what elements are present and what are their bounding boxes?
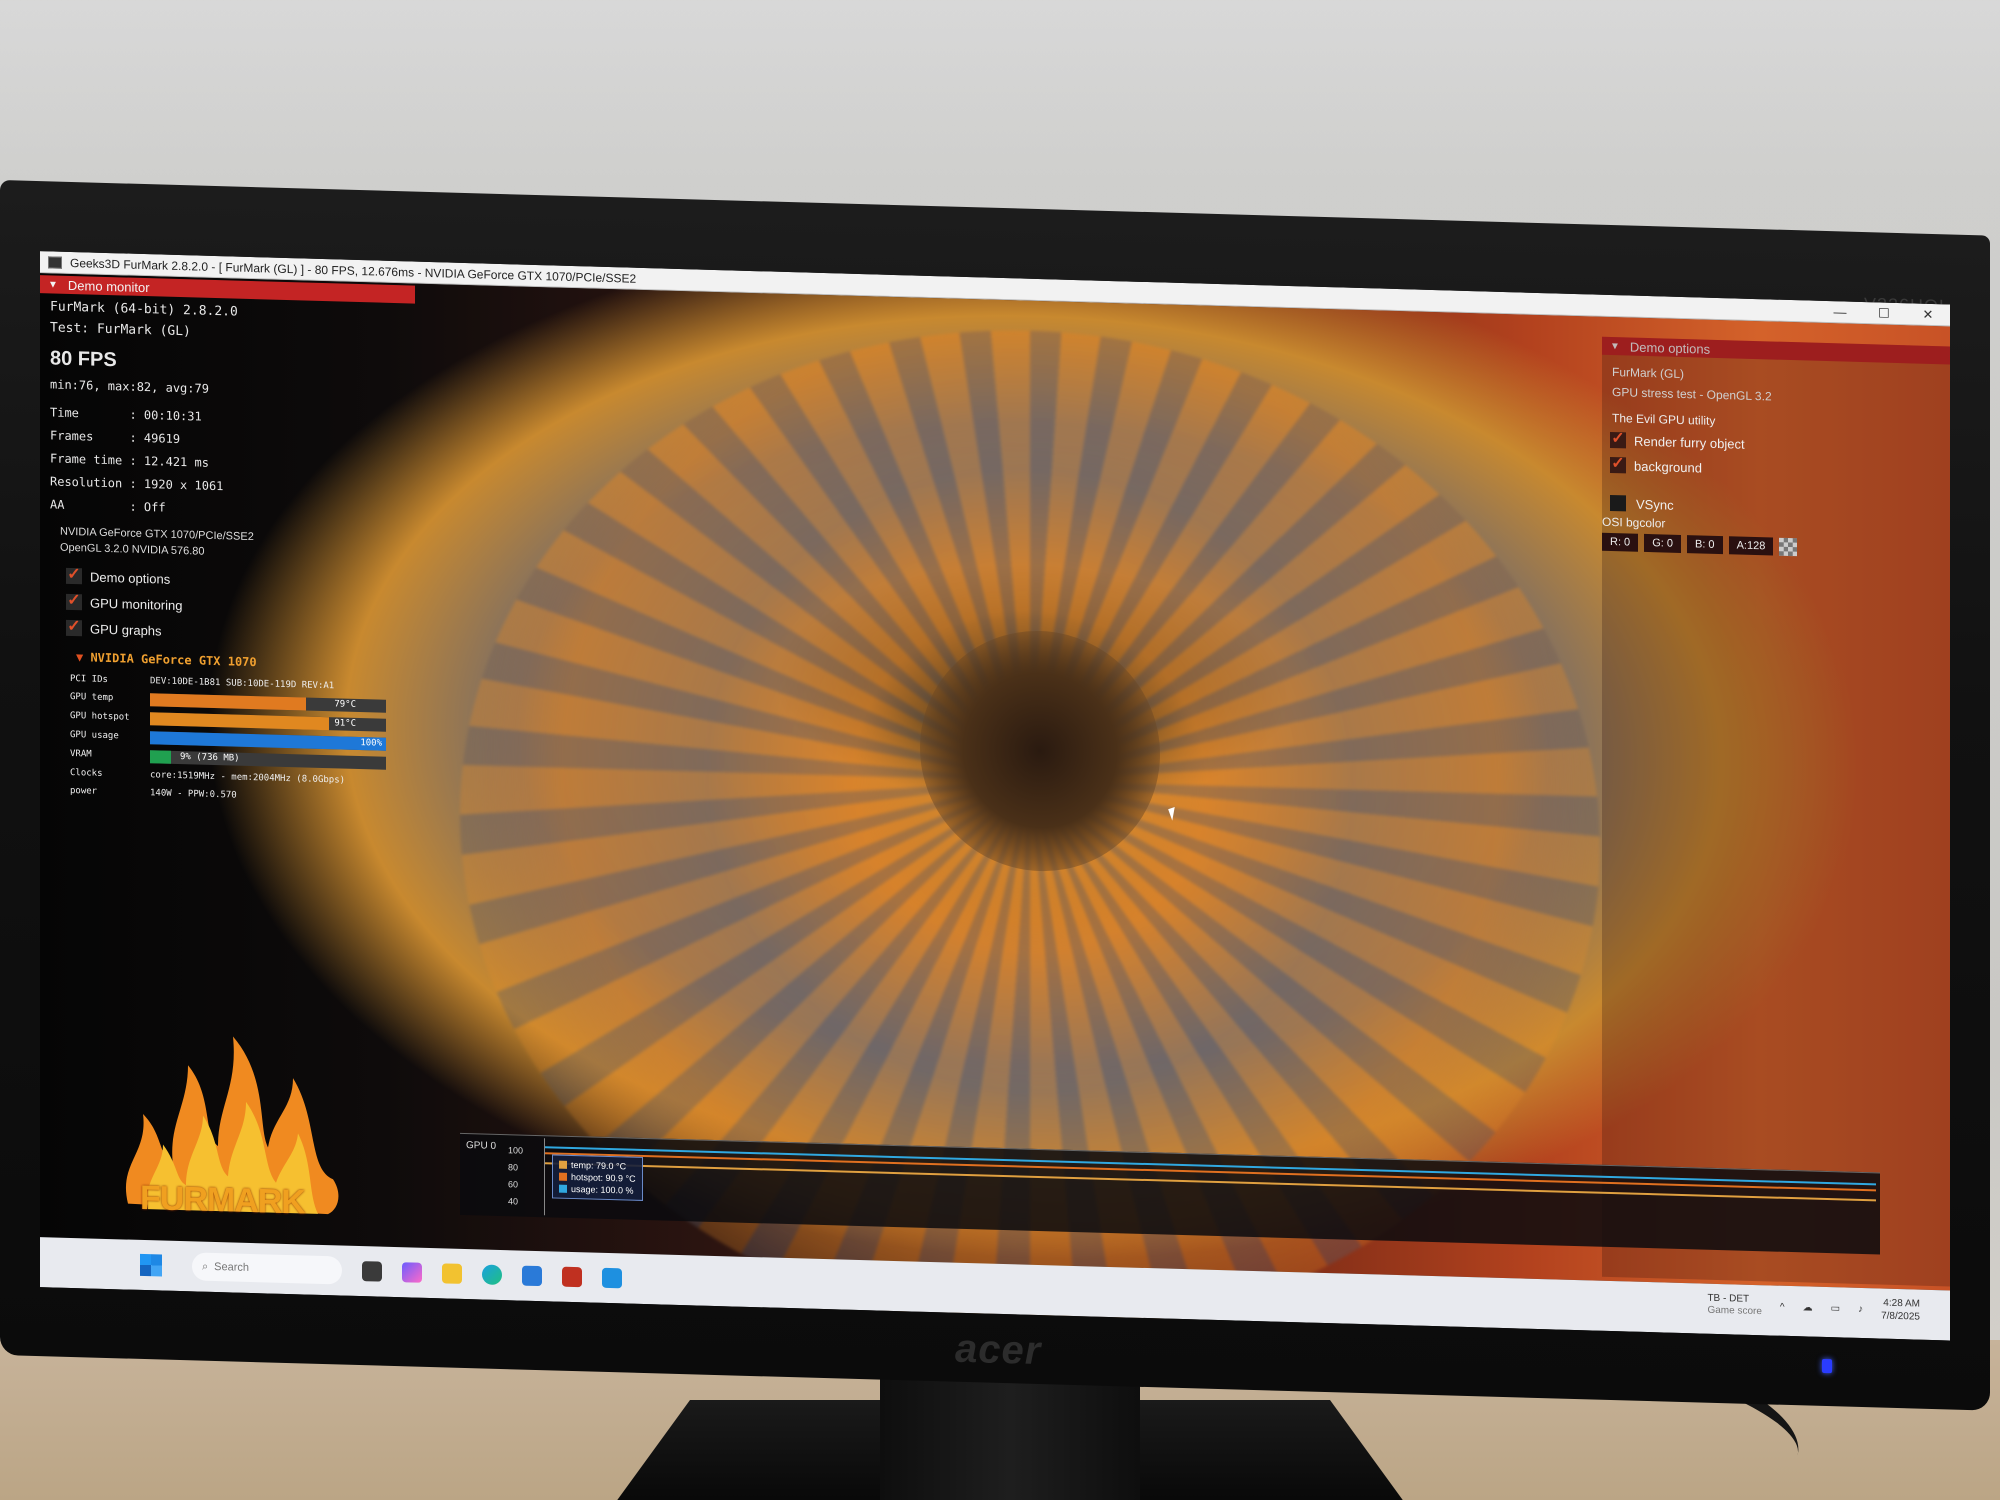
checkbox-label: GPU monitoring: [90, 595, 183, 613]
demo-options-panel: FurMark (GL) GPU stress test - OpenGL 3.…: [1602, 336, 1950, 1287]
power-led-icon: [1822, 1358, 1832, 1374]
collapse-triangle-icon: ▼: [48, 278, 58, 291]
collapse-triangle-icon: ▼: [76, 650, 91, 665]
demo-name: FurMark (GL): [1612, 365, 1684, 382]
gpu-hotspot-value: 91°C: [334, 717, 356, 729]
windows-start-icon[interactable]: [140, 1253, 162, 1277]
demo-subtitle: GPU stress test - OpenGL 3.2: [1612, 385, 1772, 404]
furmark-taskbar-icon[interactable]: [562, 1266, 582, 1288]
background-checkbox[interactable]: ✓ background: [1610, 455, 1702, 476]
graph-ytick: 60: [508, 1179, 519, 1190]
demo-monitor-header-label: Demo monitor: [67, 277, 150, 295]
osi-bgcolor-inputs: R: 0 G: 0 B: 0 A:128: [1602, 532, 1798, 557]
background-label: background: [1634, 458, 1702, 476]
alpha-input[interactable]: A:128: [1728, 536, 1774, 556]
news-widget[interactable]: TB - DET Game score: [1707, 1293, 1761, 1319]
legend-swatch: [559, 1160, 567, 1169]
monitor: V226HQL acer Geeks3D FurMark 2.8.2.0 - […: [0, 180, 1990, 1411]
render-furry-object-checkbox[interactable]: ✓ Render furry object: [1610, 430, 1745, 452]
graph-legend: temp: 79.0 °C hotspot: 90.9 °C usage: 10…: [552, 1154, 643, 1201]
checkmark-icon: ✓: [1610, 455, 1626, 474]
cloud-icon[interactable]: ☁: [1803, 1302, 1813, 1313]
close-button[interactable]: ✕: [1906, 306, 1950, 323]
unchecked-box-icon: [1610, 494, 1626, 512]
file-explorer-icon[interactable]: [442, 1263, 462, 1284]
gpu-hotspot-label: GPU hotspot: [70, 710, 130, 723]
taskbar-search[interactable]: ⌕ Search: [192, 1252, 342, 1285]
checkmark-icon: ✓: [66, 591, 82, 611]
osi-bgcolor-label: OSI bgcolor: [1602, 514, 1666, 531]
checkbox-label: Demo options: [90, 569, 171, 587]
network-icon[interactable]: ▭: [1831, 1303, 1840, 1314]
edge-browser-icon[interactable]: [482, 1264, 502, 1286]
system-tray: TB - DET Game score ^ ☁ ▭ ♪ 4:28 AM 7/8/…: [1707, 1292, 1920, 1324]
gpu-pci-label: PCI IDs: [70, 673, 108, 686]
news-subtitle: Game score: [1707, 1304, 1762, 1318]
temp-series-line: [545, 1162, 1876, 1202]
furmark-logo-text: FURMARK: [140, 1178, 305, 1222]
vram-label: VRAM: [70, 748, 92, 760]
vram-bar-fill: [150, 749, 172, 764]
copilot-icon[interactable]: [402, 1262, 422, 1283]
gpu-temp-value: 79°C: [334, 698, 356, 710]
green-input[interactable]: G: 0: [1644, 533, 1681, 553]
maximize-button[interactable]: ☐: [1862, 305, 1906, 322]
legend-usage: usage: 100.0 %: [559, 1183, 636, 1197]
chevron-up-icon[interactable]: ^: [1780, 1301, 1785, 1312]
option-group-label: The Evil GPU utility: [1612, 411, 1716, 428]
checkmark-icon: ✓: [66, 617, 82, 637]
screen: Geeks3D FurMark 2.8.2.0 - [ FurMark (GL)…: [40, 251, 1950, 1341]
gpu-usage-label: GPU usage: [70, 729, 119, 742]
vram-value: 9% (736 MB): [180, 751, 240, 764]
minimize-button[interactable]: —: [1818, 304, 1862, 320]
graph-ytick: 80: [508, 1162, 519, 1173]
gpu-temp-label: GPU temp: [70, 691, 114, 704]
clock-date: 7/8/2025: [1881, 1310, 1920, 1323]
checkmark-icon: ✓: [1610, 430, 1626, 449]
graph-ytick: 100: [508, 1145, 524, 1156]
graph-title: GPU 0: [466, 1140, 497, 1152]
gpu-graphs-checkbox[interactable]: ✓ GPU graphs: [66, 617, 162, 639]
graph-ytick: 40: [508, 1196, 519, 1207]
app-icon: [48, 255, 62, 269]
taskbar-clock[interactable]: 4:28 AM 7/8/2025: [1881, 1297, 1920, 1324]
gpu-monitoring-checkbox[interactable]: ✓ GPU monitoring: [66, 591, 183, 613]
checkmark-icon: ✓: [66, 565, 82, 585]
app-taskbar-icon[interactable]: [602, 1267, 622, 1289]
store-icon[interactable]: [522, 1265, 542, 1287]
demo-options-checkbox[interactable]: ✓ Demo options: [66, 565, 171, 587]
monitor-brand-logo: acer: [955, 1326, 1042, 1374]
legend-label: usage: 100.0 %: [571, 1183, 634, 1196]
vsync-checkbox[interactable]: VSync: [1610, 494, 1674, 513]
gpu-usage-value: 100%: [360, 737, 382, 749]
search-icon: ⌕: [202, 1260, 209, 1273]
blue-input[interactable]: B: 0: [1686, 535, 1723, 555]
clocks-label: Clocks: [70, 767, 103, 779]
vsync-label: VSync: [1636, 496, 1674, 513]
volume-icon[interactable]: ♪: [1858, 1303, 1863, 1314]
clock-time: 4:28 AM: [1883, 1297, 1920, 1310]
power-value: 140W - PPW:0.570: [150, 788, 237, 801]
search-placeholder: Search: [214, 1260, 250, 1274]
power-label: power: [70, 785, 98, 797]
red-input[interactable]: R: 0: [1602, 532, 1639, 552]
color-preview-swatch[interactable]: [1779, 537, 1798, 557]
task-view-icon[interactable]: [362, 1261, 382, 1282]
checkbox-label: GPU graphs: [90, 621, 162, 639]
render-furry-object-label: Render furry object: [1634, 433, 1745, 452]
legend-swatch: [559, 1184, 567, 1193]
fps-value: 80 FPS: [50, 347, 117, 372]
legend-swatch: [559, 1172, 567, 1181]
